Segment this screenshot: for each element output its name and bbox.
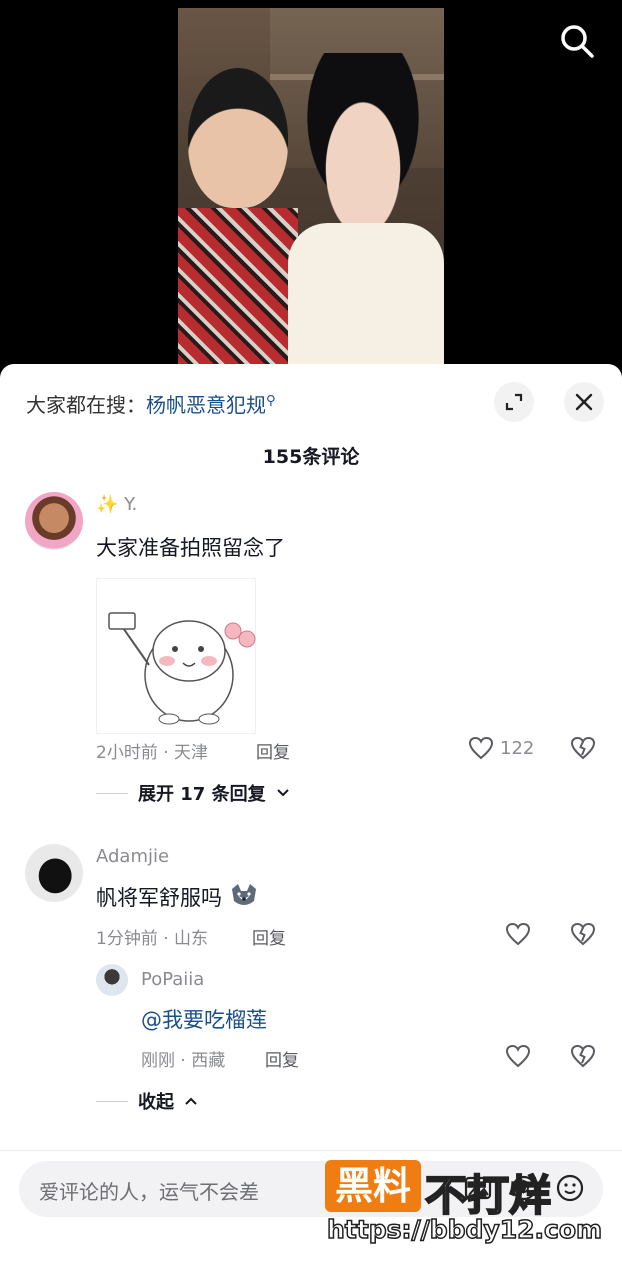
trending-search[interactable]: 大家都在搜：杨帆恶意犯规⚲ <box>26 389 276 418</box>
expand-replies-label: 展开 17 条回复 <box>138 784 266 805</box>
comment-text-content: 帆将军舒服吗 <box>96 886 222 910</box>
like-button[interactable] <box>505 1044 531 1068</box>
broken-heart-icon <box>570 736 596 760</box>
person-left-shirt <box>178 208 298 368</box>
watermark-badge: 黑料 <box>325 1160 421 1212</box>
reply-button[interactable]: 回复 <box>252 924 286 949</box>
comment-text: 帆将军舒服吗 <box>96 882 259 912</box>
collapse-replies-label: 收起 <box>138 1092 174 1113</box>
comment-input-placeholder: 爱评论的人，运气不会差 <box>39 1180 259 1204</box>
comment-sheet: 大家都在搜：杨帆恶意犯规⚲ 155条评论 ✨ Y. 大家准备拍照留念了 2小时前… <box>0 364 622 1280</box>
dislike-button[interactable] <box>570 922 596 950</box>
comment-username[interactable]: ✨ Y. <box>96 494 137 515</box>
close-icon <box>575 393 593 411</box>
like-count: 122 <box>500 737 535 759</box>
comment-sheet-header: 大家都在搜：杨帆恶意犯规⚲ 155条评论 <box>0 364 622 468</box>
divider-line <box>96 792 128 794</box>
comment-username[interactable]: Adamjie <box>96 846 169 867</box>
reply-username[interactable]: PoPaiia <box>141 969 204 990</box>
divider-line <box>96 1100 128 1102</box>
reply-button[interactable]: 回复 <box>265 1046 299 1071</box>
dislike-button[interactable] <box>570 1044 596 1072</box>
heart-icon <box>505 922 531 946</box>
person-right <box>288 53 444 370</box>
watermark: 黑料 不打烊 https://bbdy12.com <box>325 1160 603 1250</box>
reply-button[interactable]: 回复 <box>256 738 290 763</box>
search-icon[interactable] <box>558 22 596 60</box>
like-button[interactable]: 122 <box>468 736 534 760</box>
comment-time-location: 2小时前 · 天津 <box>96 743 209 763</box>
expand-replies-button[interactable]: 展开 17 条回复 <box>96 780 290 806</box>
broken-heart-icon <box>570 922 596 946</box>
person-left <box>178 68 298 368</box>
avatar[interactable] <box>25 492 83 550</box>
video-frame <box>178 8 444 370</box>
close-button[interactable] <box>564 382 604 422</box>
husky-emoji-icon <box>231 884 256 905</box>
watermark-text: 不打烊 <box>424 1170 552 1221</box>
reply-time-location: 刚刚 · 西藏 <box>141 1051 226 1071</box>
comments-count-title: 155条评论 <box>262 446 360 468</box>
like-button[interactable] <box>505 922 531 946</box>
expand-icon <box>505 393 523 411</box>
dislike-button[interactable] <box>570 736 596 764</box>
reply-text[interactable]: @我要吃榴莲 <box>141 1004 267 1034</box>
comment-text: 大家准备拍照留念了 <box>96 536 285 560</box>
chevron-down-icon <box>276 789 289 797</box>
heart-icon <box>505 1044 531 1068</box>
trending-search-icon: ⚲ <box>266 393 276 409</box>
chevron-up-icon <box>185 1097 197 1105</box>
trending-term[interactable]: 杨帆恶意犯规 <box>146 393 266 417</box>
comment-sticker-image[interactable] <box>96 578 256 734</box>
avatar[interactable] <box>25 844 83 902</box>
person-right-shirt <box>288 223 444 370</box>
person-right-head <box>298 53 428 223</box>
person-left-head <box>188 68 288 208</box>
trending-prefix: 大家都在搜： <box>26 393 146 417</box>
watermark-url: https://bbdy12.com <box>326 1214 603 1245</box>
broken-heart-icon <box>570 1044 596 1068</box>
comment-time-location: 1分钟前 · 山东 <box>96 929 209 949</box>
collapse-replies-button[interactable]: 收起 <box>96 1088 198 1114</box>
expand-button[interactable] <box>494 382 534 422</box>
video-player[interactable] <box>0 0 622 370</box>
heart-icon <box>468 736 494 760</box>
reply-avatar[interactable] <box>96 964 128 996</box>
